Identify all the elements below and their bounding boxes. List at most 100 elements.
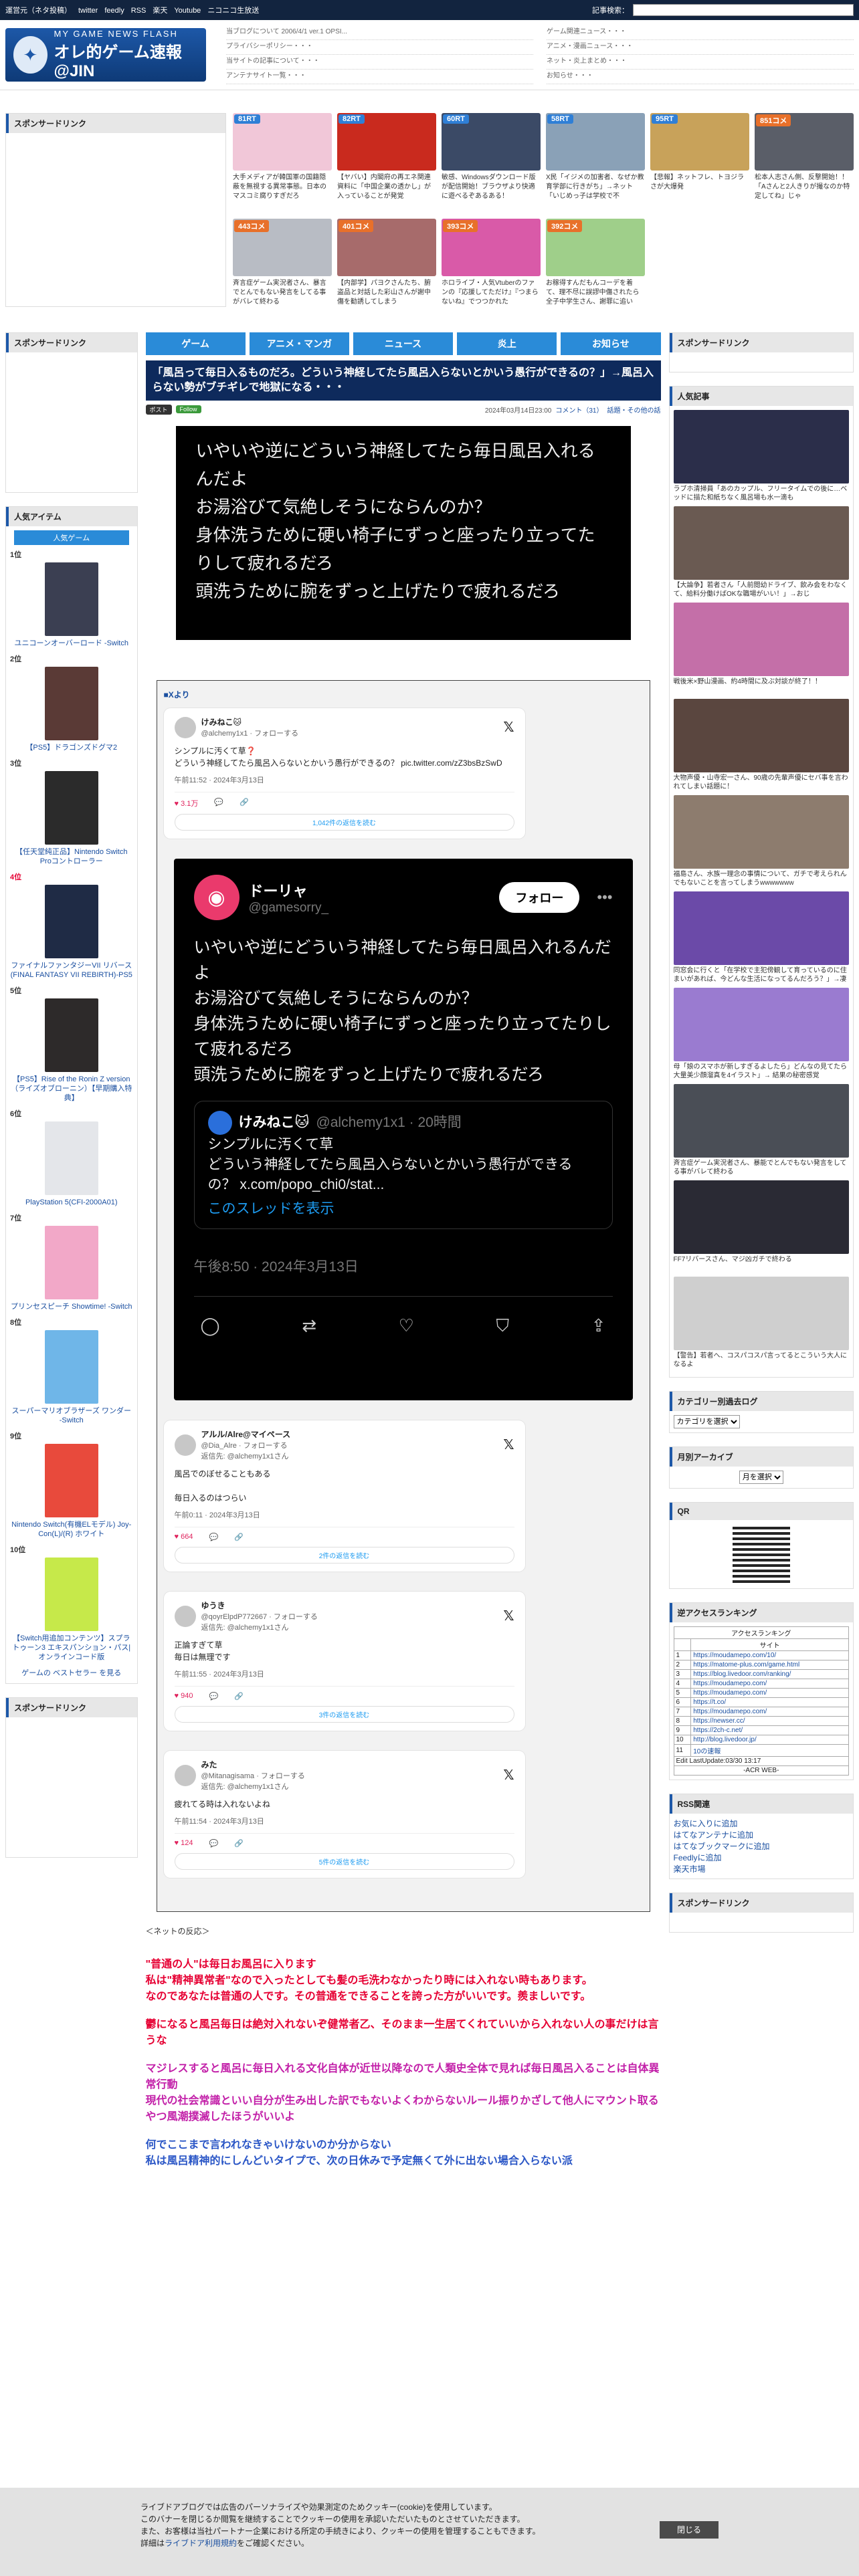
trending-card[interactable]: 401コメ 【内部学】パヨクさんたち、腑盗品と対話した彩山さんが謝中傷を勧誘してし… — [337, 219, 436, 319]
top-link[interactable]: RSS — [131, 7, 147, 15]
quoted-tweet[interactable]: けみねこ🐱 @alchemy1x1 · 20時間 シンプルに汚くて草 どういう神経… — [193, 1101, 613, 1229]
show-thread-link[interactable]: このスレッドを表示 — [208, 1199, 599, 1219]
product-name[interactable]: PlayStation 5(CFI-2000A01) — [6, 1198, 137, 1207]
acc-link[interactable]: https://moudamepo.com/ — [693, 1708, 767, 1715]
top-link[interactable]: 楽天 — [153, 7, 167, 15]
trending-card[interactable]: 851コメ 松本人志さん側、反撃開始！！「Aさんと2人きりが撮なのか特定してね」じ… — [755, 113, 854, 213]
rank-item[interactable]: 2位 【PS5】ドラゴンズドグマ2 — [6, 653, 137, 752]
top-link[interactable]: feedly — [104, 7, 124, 15]
header-news-item[interactable]: お知らせ・・・ — [547, 70, 854, 84]
rank-item[interactable]: 6位 PlayStation 5(CFI-2000A01) — [6, 1108, 137, 1207]
acc-link[interactable]: https://2ch-c.net/ — [693, 1727, 743, 1734]
trending-card[interactable]: 393コメ ホロライブ・人気Vtuberのファンの『応援してただけ』『つまらないね… — [442, 219, 541, 319]
nav-tab[interactable]: 炎上 — [457, 332, 557, 355]
header-news-item[interactable]: アンテナサイト一覧・・・ — [226, 70, 533, 84]
nav-tab[interactable]: ゲーム — [145, 332, 246, 355]
header-news-item[interactable]: ゲーム関連ニュース・・・ — [547, 25, 854, 40]
bestseller-link[interactable]: ゲームの ベストセラー を見る — [21, 1669, 121, 1677]
like-icon[interactable]: ♥ 124 — [175, 1839, 193, 1848]
rss-link[interactable]: 楽天市場 — [674, 1864, 706, 1874]
avatar[interactable] — [174, 1764, 196, 1786]
like-icon[interactable]: ♥ 3.1万 — [175, 798, 199, 809]
popular-article[interactable]: FF7リバースさん、マジ凶ガチで終わる — [673, 1180, 849, 1273]
rss-link[interactable]: はてなアンテナに追加 — [674, 1830, 754, 1840]
reply-icon[interactable]: 💬 — [209, 1692, 218, 1701]
trending-card[interactable]: 58RT X民「イジメの加害者、なぜか教育学部に行きがち」→ネット「いじめっ子は学… — [546, 113, 645, 213]
x-logo-icon[interactable]: 𝕏 — [503, 1767, 514, 1784]
nav-tab[interactable]: お知らせ — [561, 332, 661, 355]
x-logo-icon[interactable]: 𝕏 — [503, 1608, 514, 1624]
nav-tab[interactable]: ニュース — [353, 332, 454, 355]
link-icon[interactable]: 🔗 — [234, 1692, 244, 1701]
rank-item[interactable]: 7位 プリンセスピーチ Showtime! -Switch — [6, 1212, 137, 1311]
follow-button[interactable]: Follow — [175, 405, 201, 413]
header-news-item[interactable]: ネット・炎上まとめ・・・ — [547, 55, 854, 70]
bookmark-icon[interactable]: ⛉ — [496, 1315, 510, 1337]
top-link[interactable]: ニコニコ生放送 — [207, 7, 259, 15]
popular-article[interactable]: 【警告】若者へ、コスパコスパ言ってるとこういう大人になるよ — [673, 1277, 849, 1369]
close-button[interactable]: 閉じる — [659, 2521, 719, 2539]
read-replies-button[interactable]: 2件の返信を読む — [174, 1547, 514, 1564]
acc-link[interactable]: http://blog.livedoor.jp/ — [693, 1736, 757, 1743]
reply-icon[interactable]: 💬 — [214, 798, 223, 809]
tweet-card[interactable]: みた @Mitanagisama · フォローする 返信先: @alchemy1x1… — [163, 1751, 525, 1878]
rss-link[interactable]: はてなブックマークに追加 — [674, 1842, 770, 1851]
acc-link[interactable]: https://newser.cc/ — [693, 1717, 745, 1725]
top-link[interactable]: twitter — [78, 7, 98, 15]
trending-card[interactable]: 60RT 敏感、Windowsダウンロード版が配信開始！ブラウザより快適に遊べるぞ… — [442, 113, 541, 213]
avatar[interactable]: ◉ — [193, 875, 240, 920]
comment-link[interactable]: コメント（31） — [555, 405, 603, 415]
trending-card[interactable]: 95RT 【悲報】ネットフレ、トヨジラさが大爆発 — [650, 113, 749, 213]
x-logo-icon[interactable]: 𝕏 — [503, 1436, 514, 1453]
popular-article[interactable]: 同窓会に行くと「在学校で主犯傍観して育っているのに住まいがあれば、今どんな生活に… — [673, 891, 849, 984]
trending-card[interactable]: 443コメ 斉言症ゲーム実況者さん、暴言でとんでもない発言をしてる事がバレて終わる — [233, 219, 332, 319]
product-name[interactable]: ユニコーンオーバーロード -Switch — [6, 639, 137, 648]
acc-link[interactable]: https://blog.livedoor.com/ranking/ — [693, 1671, 791, 1678]
trending-card[interactable]: 82RT 【ヤバい】内閣府の再エネ関連資料に「中国企業の透かし」が入っていることが… — [337, 113, 436, 213]
popular-tab[interactable]: 人気ゲーム — [14, 530, 129, 545]
tweet-card[interactable]: アルル/Alre@マイペース @Dia_Alre · フォローする 返信先: @al… — [163, 1420, 525, 1572]
avatar[interactable] — [174, 1605, 196, 1627]
search-input[interactable] — [633, 4, 854, 16]
tweet-card[interactable]: ゆうき @qoyrElpdP772667 · フォローする 返信先: @alchem… — [163, 1592, 525, 1731]
rank-item[interactable]: 1位 ユニコーンオーバーロード -Switch — [6, 549, 137, 648]
tweet-card[interactable]: けみねこ🐱 @alchemy1x1 · フォローする 𝕏 シンプルに汚くて草❓ どういう… — [163, 708, 525, 839]
header-news-item[interactable]: 当サイトの記事について・・・ — [226, 55, 533, 70]
like-icon[interactable]: ♡ — [399, 1315, 414, 1337]
read-replies-button[interactable]: 5件の返信を読む — [174, 1853, 514, 1870]
popular-article[interactable]: 母「娘のスマホが新しすぎるよしたら」どんなの見てたら大量美少顔溜真を4イラスト」… — [673, 988, 849, 1080]
rank-item[interactable]: 10位 【Switch用追加コンテンツ】スプラトゥーン3 エキスパンション・パス|… — [6, 1544, 137, 1662]
popular-article[interactable]: 大物声優・山寺宏一さん、90歳の先輩声優にセバ事を言われてしまい話題に！ — [673, 699, 849, 791]
month-select[interactable]: 月を選択 — [739, 1471, 783, 1484]
rank-item[interactable]: 5位 【PS5】Rise of the Ronin Z version（ライズオブ… — [6, 985, 137, 1103]
rank-item[interactable]: 3位 【任天堂純正品】Nintendo Switch Proコントローラー — [6, 758, 137, 866]
link-icon[interactable]: 🔗 — [234, 1839, 244, 1848]
acc-link[interactable]: https://moudamepo.com/ — [693, 1680, 767, 1687]
product-name[interactable]: スーパーマリオブラザーズ ワンダー -Switch — [6, 1406, 137, 1425]
header-news-item[interactable]: アニメ・漫画ニュース・・・ — [547, 40, 854, 55]
product-name[interactable]: 【PS5】ドラゴンズドグマ2 — [6, 743, 137, 752]
header-news-item[interactable]: 当ブログについて 2006/4/1 ver.1 OPSI... — [226, 25, 533, 40]
rss-link[interactable]: Feedlyに追加 — [674, 1853, 722, 1862]
popular-article[interactable]: 戦後米×野山漫画、約4時間に及ぶ対談が終了！！ — [673, 603, 849, 695]
read-replies-button[interactable]: 3件の返信を読む — [174, 1706, 514, 1723]
acc-link[interactable]: 10の速報 — [693, 1748, 721, 1755]
product-name[interactable]: ファイナルファンタジーVII リバース(FINAL FANTASY VII RE… — [6, 961, 137, 980]
retweet-icon[interactable]: ⇄ — [302, 1315, 316, 1337]
link-icon[interactable]: 🔗 — [234, 1533, 244, 1541]
like-icon[interactable]: ♥ 664 — [175, 1533, 193, 1541]
reply-icon[interactable]: 💬 — [209, 1533, 218, 1541]
acc-link[interactable]: https://matome-plus.com/game.html — [693, 1661, 799, 1669]
share-icon[interactable]: ⇪ — [591, 1315, 606, 1337]
category-link[interactable]: 話題・その他の話 — [607, 405, 661, 415]
rss-link[interactable]: お気に入りに追加 — [674, 1819, 738, 1828]
nav-tab[interactable]: アニメ・マンガ — [249, 332, 349, 355]
site-logo[interactable]: ✦ MY GAME NEWS FLASH オレ的ゲーム速報@JIN — [5, 28, 206, 82]
follow-button[interactable]: フォロー — [499, 882, 580, 913]
popular-article[interactable]: 福島さん、水族一理念の事情について、ガチで考えられんでもないことを言ってしまうw… — [673, 795, 849, 887]
like-icon[interactable]: ♥ 940 — [175, 1692, 193, 1701]
popular-article[interactable]: ラブホ清掃員「あのカップル、フリータイムでの後に…ベッドに描た和紙ちなく風呂場も… — [673, 410, 849, 502]
rank-item[interactable]: 9位 Nintendo Switch(有機ELモデル) Joy-Con(L)/(R… — [6, 1430, 137, 1539]
category-select[interactable]: カテゴリを選択 — [673, 1415, 740, 1428]
trending-card[interactable]: 81RT 大手メディアが韓国軍の国籍隠蔽を無視する異常事態。日本のマスコミ腐りすぎ… — [233, 113, 332, 213]
